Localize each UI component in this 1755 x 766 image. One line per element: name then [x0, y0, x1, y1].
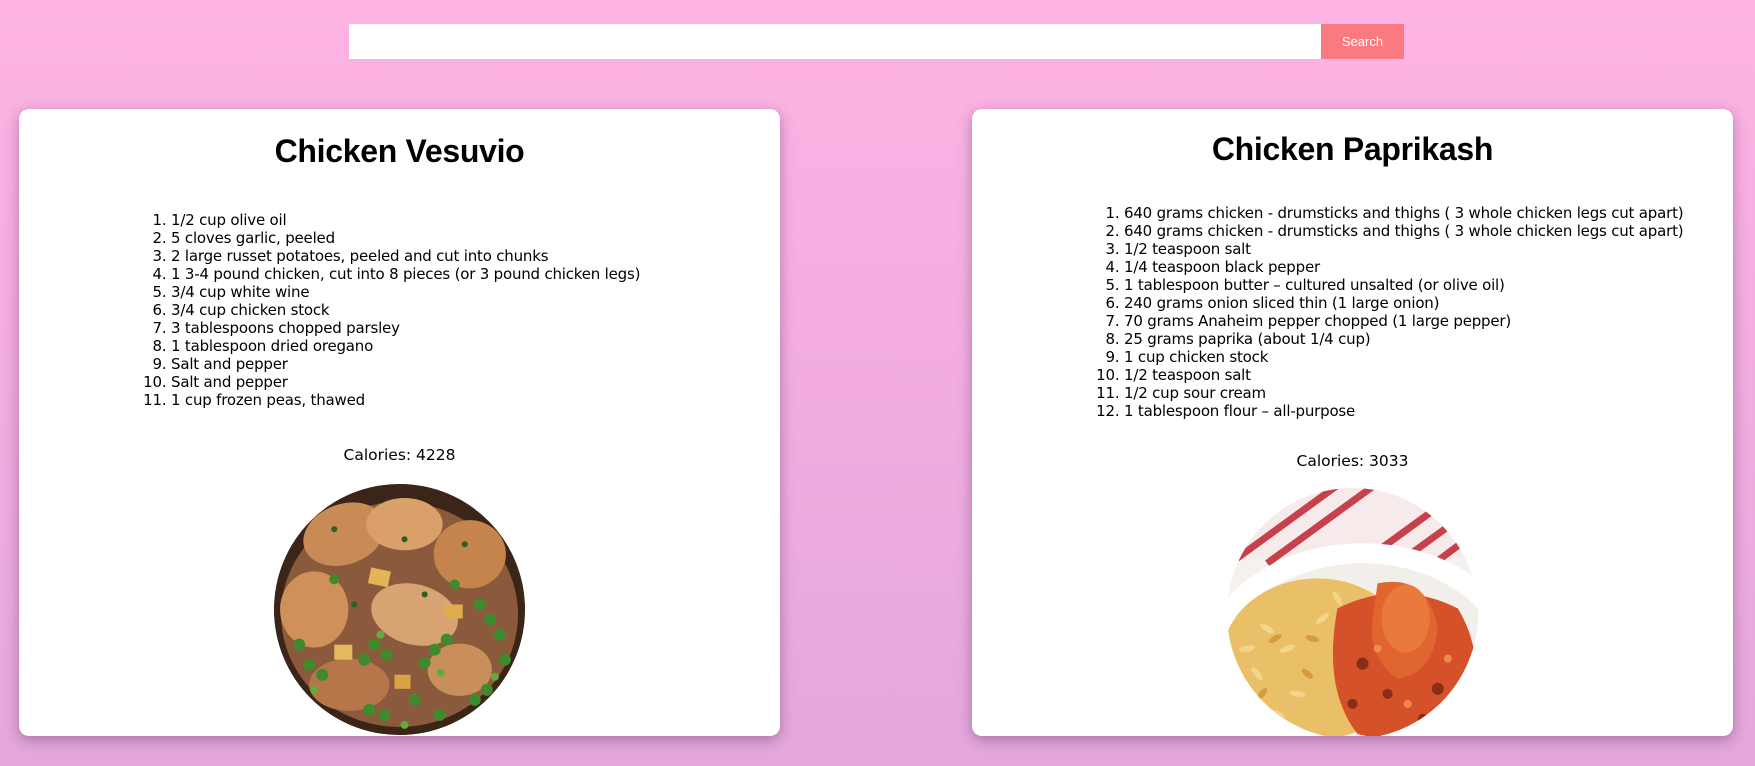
recipe-title: Chicken Paprikash	[1211, 131, 1494, 167]
ingredient-item: 640 grams chicken - drumsticks and thigh…	[1124, 204, 1684, 222]
ingredient-list: 640 grams chicken - drumsticks and thigh…	[1080, 204, 1684, 420]
ingredient-item: 3 tablespoons chopped parsley	[171, 319, 640, 337]
ingredient-item: 70 grams Anaheim pepper chopped (1 large…	[1124, 312, 1683, 330]
search-button[interactable]: Search	[1321, 24, 1404, 59]
ingredient-item: 1 cup frozen peas, thawed	[171, 391, 640, 409]
ingredient-item: Salt and pepper	[171, 355, 640, 373]
ingredient-item: 1/2 cup sour cream	[1124, 384, 1683, 402]
ingredient-item: 1 3-4 pound chicken, cut into 8 pieces (…	[171, 265, 640, 283]
ingredient-item: 1/2 teaspoon salt	[1124, 240, 1683, 258]
ingredient-item: Salt and pepper	[171, 373, 640, 391]
recipe-card-chicken-paprikash: Chicken Paprikash 640 grams chicken - dr…	[972, 109, 1733, 736]
recipe-card-chicken-vesuvio: Chicken Vesuvio 1/2 cup olive oil 5 clov…	[19, 109, 780, 736]
ingredient-item: 640 grams chicken - drumsticks and thigh…	[1124, 222, 1684, 240]
ingredient-item: 2 large russet potatoes, peeled and cut …	[171, 247, 640, 265]
calories-label: Calories: 3033	[1296, 452, 1409, 470]
search-input[interactable]	[349, 24, 1321, 59]
recipe-photo-chicken-vesuvio	[274, 484, 525, 735]
ingredient-item: 5 cloves garlic, peeled	[171, 229, 640, 247]
ingredient-item: 3/4 cup chicken stock	[171, 301, 640, 319]
ingredient-item: 25 grams paprika (about 1/4 cup)	[1124, 330, 1683, 348]
ingredient-item: 1/2 cup olive oil	[171, 211, 640, 229]
search-form: Search	[349, 24, 1404, 59]
ingredient-item: 3/4 cup white wine	[171, 283, 640, 301]
ingredient-list: 1/2 cup olive oil 5 cloves garlic, peele…	[127, 211, 640, 409]
ingredient-item: 1 tablespoon dried oregano	[171, 337, 640, 355]
ingredient-item: 1/4 teaspoon black pepper	[1124, 258, 1683, 276]
ingredient-item: 1 cup chicken stock	[1124, 348, 1683, 366]
ingredient-item: 1 tablespoon butter – cultured unsalted …	[1124, 276, 1683, 294]
calories-label: Calories: 4228	[343, 446, 456, 464]
recipe-photo-chicken-paprikash	[1227, 488, 1478, 736]
ingredient-item: 1 tablespoon flour – all-purpose	[1124, 402, 1683, 420]
recipe-title: Chicken Vesuvio	[274, 133, 525, 169]
ingredient-item: 1/2 teaspoon salt	[1124, 366, 1683, 384]
ingredient-item: 240 grams onion sliced thin (1 large oni…	[1124, 294, 1683, 312]
